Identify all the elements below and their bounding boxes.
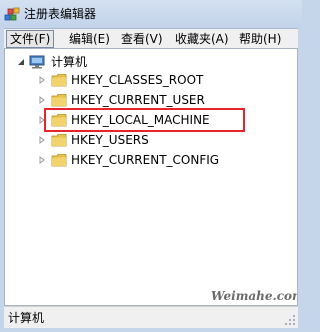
folder-icon bbox=[51, 154, 67, 167]
tree-item-hkey-classes-root[interactable]: HKEY_CLASSES_ROOT bbox=[5, 71, 297, 89]
registry-editor-icon bbox=[4, 7, 20, 21]
tree-item-label: HKEY_CLASSES_ROOT bbox=[71, 73, 204, 87]
folder-icon bbox=[51, 94, 67, 107]
computer-icon bbox=[29, 55, 45, 69]
menu-bar: 文件(F) 编辑(E) 查看(V) 收藏夹(A) 帮助(H) bbox=[4, 28, 298, 49]
tree-root-computer[interactable]: 计算机 bbox=[5, 53, 297, 71]
menu-file[interactable]: 文件(F) bbox=[6, 30, 55, 48]
collapsed-arrow-icon[interactable] bbox=[38, 76, 46, 84]
tree-item-hkey-current-config[interactable]: HKEY_CURRENT_CONFIG bbox=[5, 151, 297, 169]
expanded-arrow-icon[interactable] bbox=[17, 58, 25, 66]
folder-icon bbox=[51, 74, 67, 87]
window-title: 注册表编辑器 bbox=[24, 7, 97, 21]
menu-edit[interactable]: 编辑(E) bbox=[66, 30, 113, 48]
tree-item-label: HKEY_USERS bbox=[71, 133, 149, 147]
collapsed-arrow-icon[interactable] bbox=[38, 96, 46, 104]
status-bar: 计算机 bbox=[4, 306, 298, 328]
tree-item-hkey-current-user[interactable]: HKEY_CURRENT_USER bbox=[5, 91, 297, 109]
collapsed-arrow-icon[interactable] bbox=[38, 136, 46, 144]
title-bar: 注册表编辑器 bbox=[0, 0, 302, 28]
highlight-annotation bbox=[44, 108, 245, 132]
tree-item-hkey-users[interactable]: HKEY_USERS bbox=[5, 131, 297, 149]
tree-item-label: HKEY_CURRENT_USER bbox=[71, 93, 205, 107]
status-text: 计算机 bbox=[8, 311, 45, 325]
registry-tree: 计算机 HKEY_CLASSES_ROOT HKEY_CURRENT_USER bbox=[4, 48, 298, 306]
folder-icon bbox=[51, 134, 67, 147]
tree-root-label: 计算机 bbox=[51, 55, 88, 69]
collapsed-arrow-icon[interactable] bbox=[38, 156, 46, 164]
tree-item-label: HKEY_CURRENT_CONFIG bbox=[71, 153, 220, 167]
watermark-text: Weimahe.com bbox=[211, 289, 298, 303]
resize-grip-icon[interactable] bbox=[284, 314, 296, 326]
menu-favorites[interactable]: 收藏夹(A) bbox=[172, 30, 232, 48]
menu-view[interactable]: 查看(V) bbox=[118, 30, 166, 48]
menu-help[interactable]: 帮助(H) bbox=[236, 30, 284, 48]
